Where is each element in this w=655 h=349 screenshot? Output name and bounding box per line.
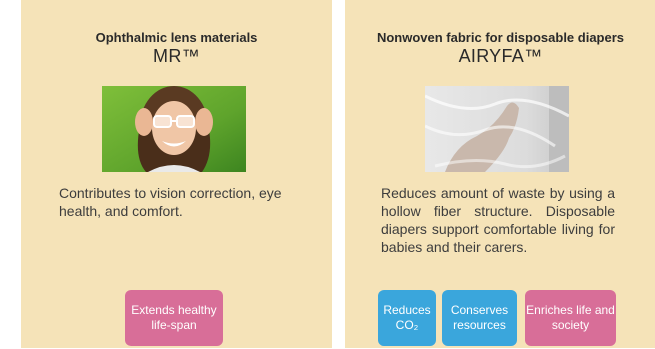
card-description: Contributes to vision correction, eye he… bbox=[59, 185, 282, 219]
hand-under-fabric-photo bbox=[425, 86, 569, 172]
card-title: MR™ bbox=[153, 46, 200, 66]
product-card-mr: Ophthalmic lens materials MR™ Contribute… bbox=[21, 0, 332, 348]
badge-enriches-life-and-society: Enriches life and society bbox=[525, 290, 616, 346]
woman-with-glasses-photo bbox=[102, 86, 246, 172]
card-subtitle: Nonwoven fabric for disposable diapers bbox=[376, 30, 625, 45]
card-description: Reduces amount of waste by using a hollo… bbox=[381, 185, 615, 255]
card-title: AIRYFA™ bbox=[458, 46, 543, 66]
card-subtitle: Ophthalmic lens materials bbox=[95, 30, 258, 45]
badge-reduces-co2: Reduces CO₂ bbox=[378, 290, 436, 346]
product-card-airyfa: Nonwoven fabric for disposable diapers A… bbox=[345, 0, 655, 348]
badge-extends-healthy-life-span: Extends healthy life-span bbox=[125, 290, 223, 346]
badge-conserves-resources: Conserves resources bbox=[442, 290, 517, 346]
